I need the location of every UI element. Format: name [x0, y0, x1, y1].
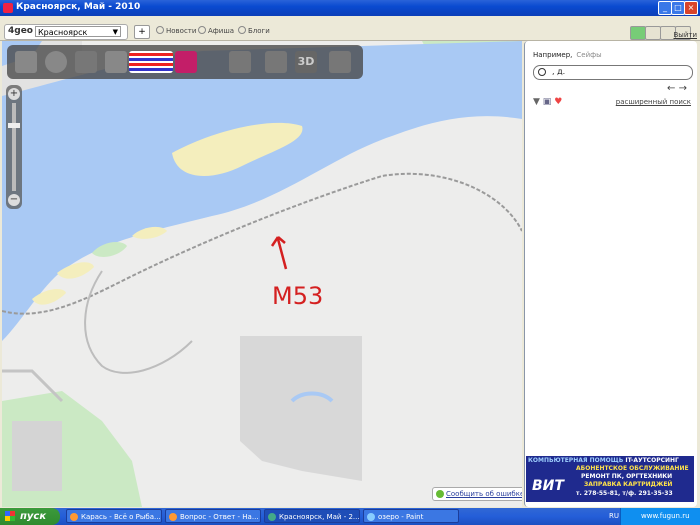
- share-icon[interactable]: [329, 51, 351, 73]
- ad-line-2: АБОНЕНТСКОЕ ОБСЛУЖИВАНИЕ: [576, 465, 689, 472]
- start-button[interactable]: пуск: [0, 508, 60, 525]
- refresh-icon[interactable]: [630, 26, 646, 40]
- map-canvas: М53: [2, 41, 522, 507]
- poster-label: Афиша: [208, 27, 235, 35]
- hint-example-link[interactable]: Сейфы: [576, 51, 601, 59]
- buildings-icon[interactable]: [229, 51, 251, 73]
- city-selector[interactable]: 4geo Красноярск ▼: [4, 24, 128, 40]
- blogs-icon: [238, 26, 246, 34]
- map-toolbar: 3D: [7, 45, 363, 79]
- history-arrows: ← →: [667, 83, 687, 94]
- ad-banner[interactable]: КОМПЬЮТЕРНАЯ ПОМОЩЬ IT-АУТСОРСИНГ АБОНЕН…: [526, 456, 694, 502]
- hint-text: Например,: [533, 51, 573, 59]
- ad-line-1b: IT-АУТСОРСИНГ: [625, 457, 679, 464]
- zoom-in-button[interactable]: +: [8, 88, 20, 100]
- browser-icon: [70, 513, 78, 521]
- layers-icon[interactable]: [129, 51, 173, 73]
- task-item[interactable]: Карась - Всё о Рыба...: [66, 509, 162, 523]
- blogs-label: Блоги: [248, 27, 270, 35]
- city-dropdown[interactable]: Красноярск ▼: [35, 26, 121, 37]
- news-icon: [156, 26, 164, 34]
- zoom-out-button[interactable]: −: [8, 194, 20, 206]
- report-error-link[interactable]: Сообщить об ошибке: [432, 487, 522, 501]
- metro-icon[interactable]: [175, 51, 197, 73]
- search-value: , д.: [552, 67, 566, 76]
- search-input[interactable]: , д.: [533, 65, 693, 80]
- poster-icon: [198, 26, 206, 34]
- poster-link[interactable]: Афиша: [198, 26, 234, 35]
- task-label: озеро - Paint: [378, 513, 424, 521]
- mode-3d-button[interactable]: 3D: [295, 51, 317, 73]
- minimize-button[interactable]: _: [658, 1, 672, 15]
- search-icon: [538, 68, 546, 76]
- report-label: Сообщить об ошибке: [446, 490, 522, 498]
- search-panel: Например, Сейфы , д. ← → ▼ ▣ ♥ расширенны…: [524, 41, 697, 507]
- print-map-icon[interactable]: [105, 51, 127, 73]
- report-icon: [436, 490, 444, 498]
- ad-line-5: т. 278-55-81, т/ф. 291-35-33: [576, 490, 673, 497]
- toolbar: 4geo Красноярск ▼ + Новости Афиша Блоги В…: [0, 16, 700, 41]
- window-title: Красноярск, Май - 2010: [16, 2, 141, 12]
- print-results-icon[interactable]: ▣: [543, 97, 552, 107]
- city-value: Красноярск: [38, 28, 88, 37]
- search-hint: Например, Сейфы: [533, 51, 602, 59]
- paint-icon: [367, 513, 375, 521]
- title-bar: Красноярск, Май - 2010 _ □ ×: [0, 0, 700, 16]
- locate-icon[interactable]: [45, 51, 67, 73]
- news-label: Новости: [166, 27, 197, 35]
- zoom-track[interactable]: [12, 103, 16, 191]
- favorite-icon[interactable]: ♥: [554, 97, 562, 107]
- system-tray: RU www.fugun.ru: [609, 508, 700, 525]
- filter-icon[interactable]: ▼: [533, 97, 540, 107]
- task-item[interactable]: озеро - Paint: [363, 509, 459, 523]
- language-indicator[interactable]: RU: [609, 508, 619, 525]
- watermark: www.fugun.ru: [641, 512, 690, 520]
- forward-arrow-icon[interactable]: →: [679, 83, 687, 94]
- zoom-control: + −: [6, 85, 22, 209]
- print-icon[interactable]: [645, 26, 661, 40]
- map-app-icon: [268, 513, 276, 521]
- advanced-search-link[interactable]: расширенный поиск: [616, 98, 691, 106]
- annotation-text: М53: [272, 282, 323, 310]
- ad-line-1a: КОМПЬЮТЕРНАЯ ПОМОЩЬ: [528, 457, 624, 464]
- windows-logo-icon: [5, 511, 15, 521]
- panel-icons: ▼ ▣ ♥: [533, 97, 562, 107]
- browser-icon: [169, 513, 177, 521]
- add-tab-button[interactable]: +: [134, 25, 150, 39]
- task-label: Красноярск, Май - 2...: [279, 513, 360, 521]
- route-icon[interactable]: [265, 51, 287, 73]
- chevron-down-icon: ▼: [112, 28, 118, 36]
- maximize-button[interactable]: □: [671, 1, 685, 15]
- close-button[interactable]: ×: [684, 1, 698, 15]
- ad-line-4: ЗАПРАВКА КАРТРИДЖЕЙ: [584, 481, 673, 488]
- blogs-link[interactable]: Блоги: [238, 26, 270, 35]
- ruler-icon[interactable]: [75, 51, 97, 73]
- app-logo: 4geo: [8, 26, 33, 36]
- zoom-slider-handle[interactable]: [8, 123, 20, 128]
- task-item[interactable]: Красноярск, Май - 2...: [264, 509, 360, 523]
- exit-link[interactable]: Выйти: [673, 31, 697, 39]
- ad-line-3: РЕМОНТ ПК, ОРГТЕХНИКИ: [581, 473, 673, 480]
- task-label: Карась - Всё о Рыба...: [81, 513, 161, 521]
- task-item[interactable]: Вопрос - Ответ - На...: [165, 509, 261, 523]
- map-view[interactable]: М53 3D + − Сообщить об ошибке: [2, 41, 522, 507]
- pan-icon[interactable]: [15, 51, 37, 73]
- start-label: пуск: [20, 511, 47, 522]
- ad-line-1: КОМПЬЮТЕРНАЯ ПОМОЩЬ IT-АУТСОРСИНГ: [528, 457, 679, 464]
- back-arrow-icon[interactable]: ←: [667, 83, 675, 94]
- taskbar: пуск Карась - Всё о Рыба... Вопрос - Отв…: [0, 508, 700, 525]
- news-link[interactable]: Новости: [156, 26, 196, 35]
- app-icon: [3, 3, 13, 13]
- ad-logo: ВИТ: [532, 478, 564, 494]
- task-label: Вопрос - Ответ - На...: [180, 513, 259, 521]
